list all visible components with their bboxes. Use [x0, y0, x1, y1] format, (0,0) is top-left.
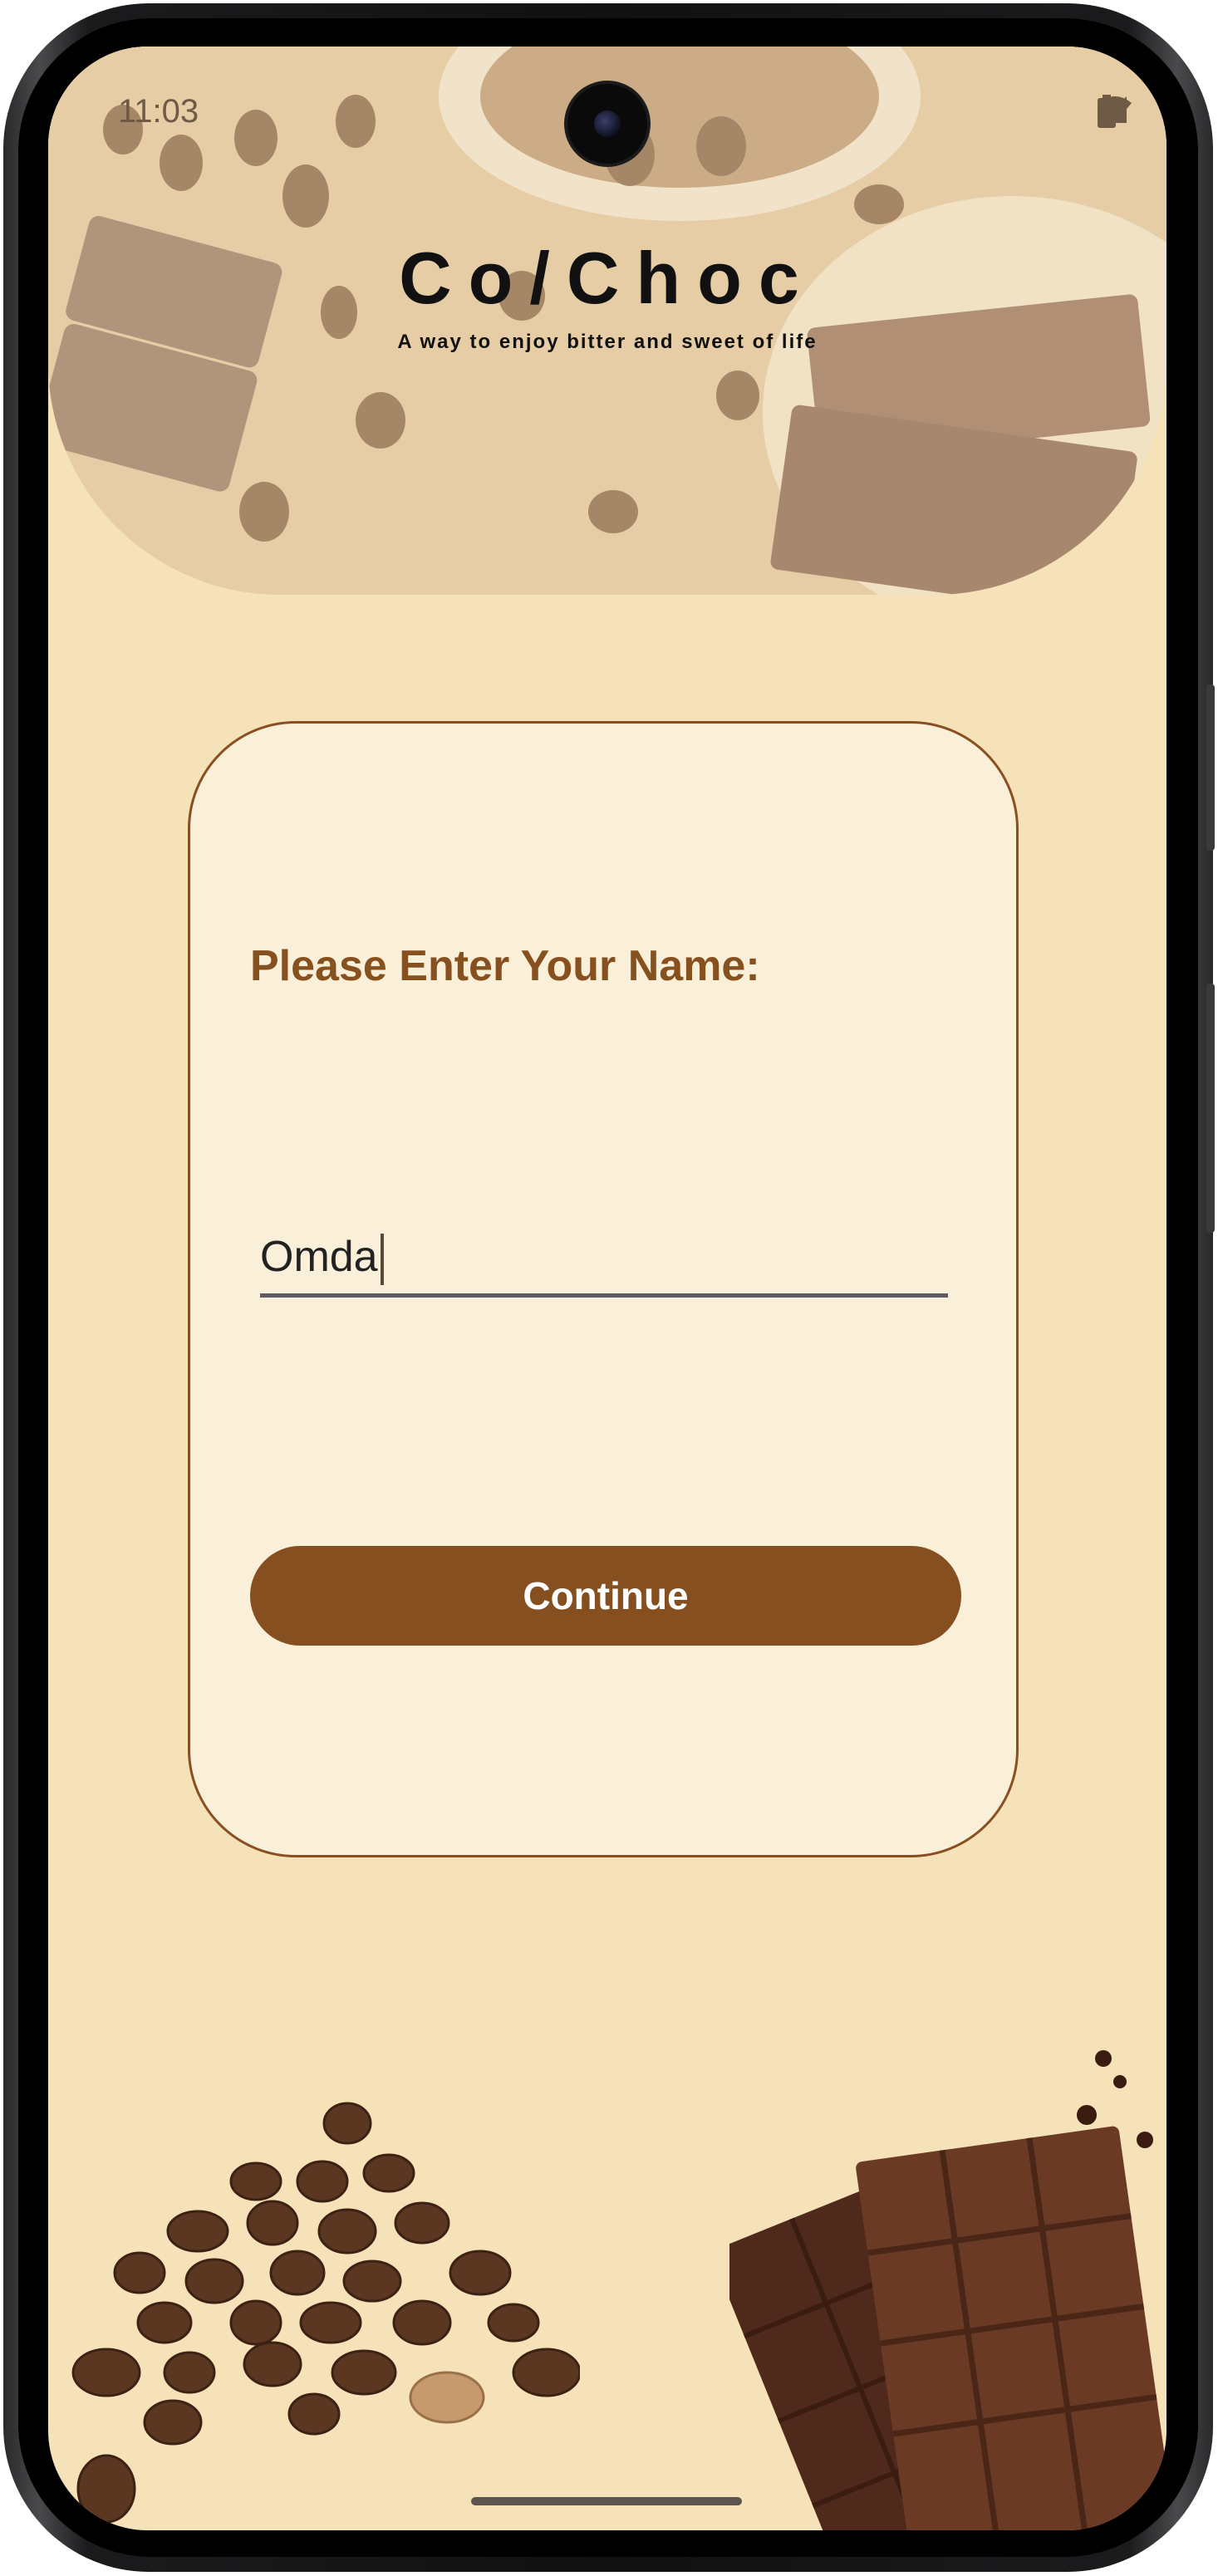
text-cursor: [381, 1234, 384, 1285]
coffee-beans-image: [71, 2102, 580, 2524]
brand-title: Co/Choc: [399, 237, 816, 319]
name-input[interactable]: [260, 1222, 948, 1292]
name-input-underline: [260, 1293, 948, 1298]
continue-button[interactable]: Continue: [250, 1546, 961, 1646]
status-time: 11:03: [118, 93, 199, 130]
front-camera: [567, 84, 647, 164]
home-indicator[interactable]: [471, 2497, 742, 2505]
volume-button: [1206, 684, 1215, 851]
app-screen: 11:03 Co/Choc A way to enjoy bitter and …: [48, 47, 1166, 2530]
battery-icon: [1098, 95, 1116, 128]
name-prompt: Please Enter Your Name:: [250, 942, 760, 990]
brand-tagline: A way to enjoy bitter and sweet of life: [397, 331, 818, 353]
chocolate-bars-image: [729, 2050, 1166, 2530]
name-field-wrapper: [260, 1222, 948, 1298]
power-button: [1206, 984, 1215, 1233]
name-entry-card: Please Enter Your Name: Continue: [188, 721, 1019, 1857]
